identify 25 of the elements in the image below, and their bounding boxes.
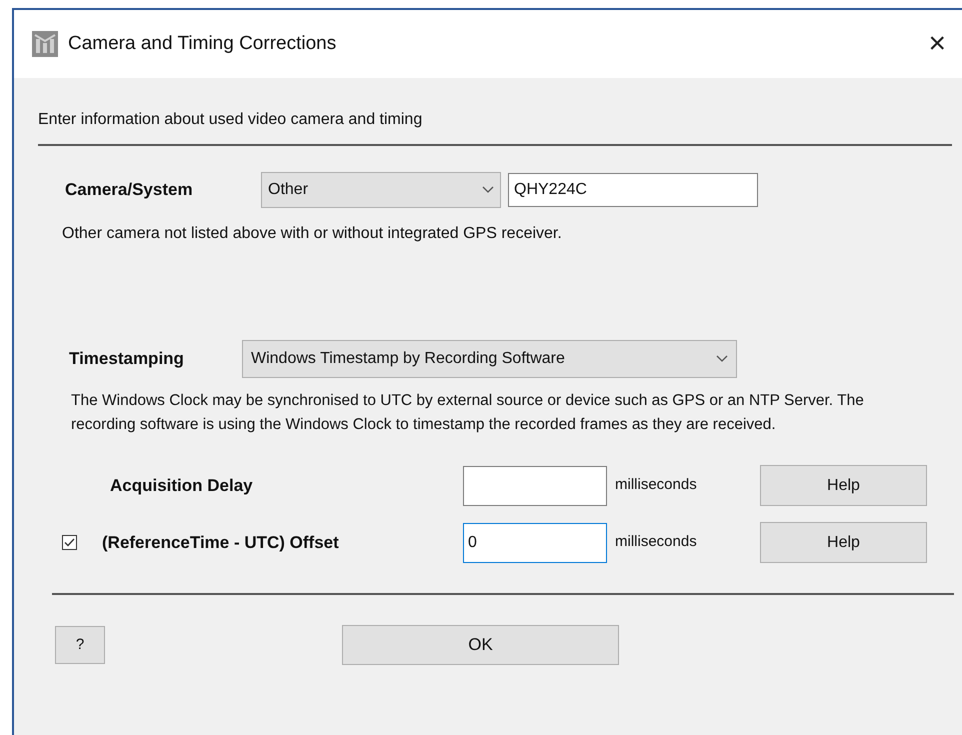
- camera-description: Other camera not listed above with or without integrated GPS receiver.: [62, 224, 563, 244]
- close-button[interactable]: ×: [924, 29, 950, 59]
- field-label: (ReferenceTime - UTC) Offset: [102, 532, 340, 554]
- milliseconds-field[interactable]: [463, 466, 607, 506]
- chevron-down-icon: [482, 186, 494, 194]
- camera-dropdown[interactable]: Other: [261, 172, 501, 208]
- timestamping-label: Timestamping: [69, 348, 185, 370]
- timestamping-dropdown[interactable]: Windows Timestamp by Recording Software: [242, 340, 737, 378]
- help-button[interactable]: Help: [760, 522, 927, 563]
- camera-label: Camera/System: [65, 179, 194, 202]
- ok-button[interactable]: OK: [342, 625, 619, 665]
- app-icon: [32, 31, 58, 57]
- window-title: Camera and Timing Corrections: [68, 32, 336, 56]
- camera-model-field[interactable]: QHY224C: [508, 173, 758, 207]
- unit-label: milliseconds: [615, 532, 698, 552]
- unit-label: milliseconds: [615, 475, 698, 496]
- help-button[interactable]: Help: [760, 465, 927, 506]
- question-button[interactable]: ?: [55, 626, 105, 664]
- field-label: Acquisition Delay: [109, 474, 254, 497]
- intro-text: Enter information about used video camera and timing: [38, 110, 424, 130]
- timestamping-description: The Windows Clock may be synchronised to UTC by external source or device such as GPS or an NTP Server. The recording software is using the Windows Clock to timestamp the recorded frames as they are received.: [71, 391, 865, 435]
- checkmark-icon: [64, 538, 75, 547]
- chevron-down-icon: [716, 355, 728, 363]
- checkbox[interactable]: [62, 535, 77, 550]
- milliseconds-field[interactable]: 0: [463, 522, 607, 562]
